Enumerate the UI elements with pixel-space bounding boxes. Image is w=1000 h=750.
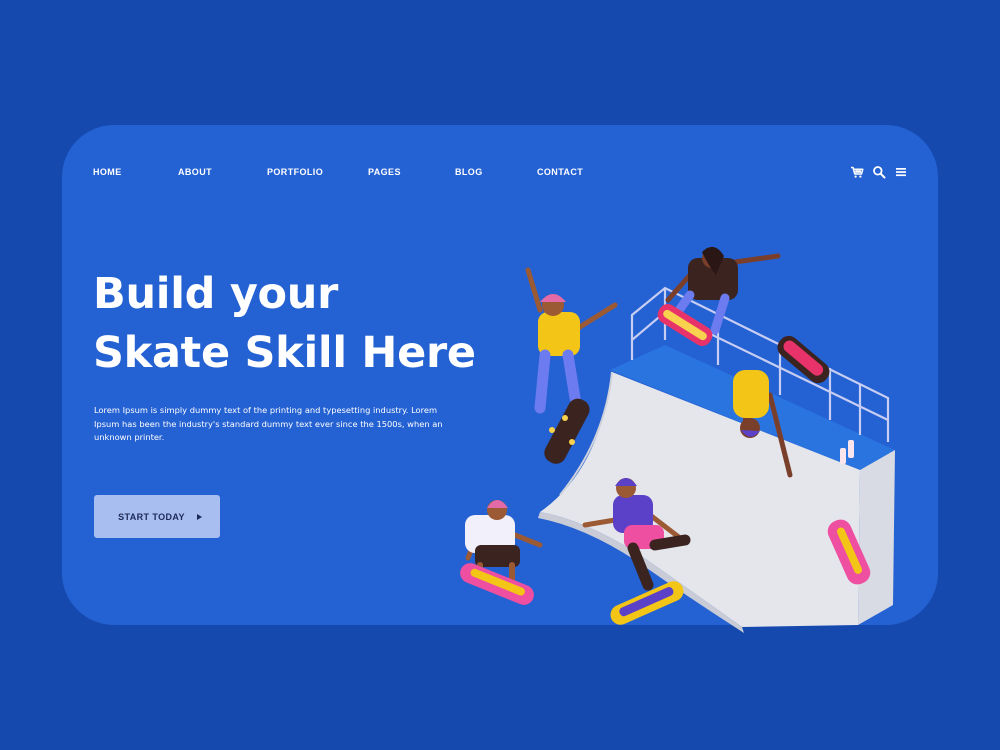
nav-contact[interactable]: CONTACT — [537, 167, 583, 177]
start-today-button[interactable]: START TODAY — [94, 495, 220, 538]
play-arrow-icon — [196, 513, 202, 520]
search-icon[interactable] — [872, 165, 886, 179]
menu-icon[interactable] — [894, 165, 908, 179]
start-today-label: START TODAY — [118, 511, 185, 522]
hero-title: Build your Skate Skill Here — [93, 265, 476, 383]
hero-card: HOME ABOUT PORTFOLIO PAGES BLOG CONTACT — [62, 125, 938, 625]
top-nav: HOME ABOUT PORTFOLIO PAGES BLOG CONTACT — [62, 125, 938, 220]
nav-about[interactable]: ABOUT — [178, 167, 212, 177]
nav-blog[interactable]: BLOG — [455, 167, 483, 177]
hero-title-line-1: Build your — [93, 269, 339, 319]
nav-icon-group — [850, 165, 908, 179]
nav-pages[interactable]: PAGES — [368, 167, 401, 177]
cart-icon[interactable] — [850, 165, 864, 179]
nav-portfolio[interactable]: PORTFOLIO — [267, 167, 323, 177]
nav-home[interactable]: HOME — [93, 167, 122, 177]
hero-title-line-2: Skate Skill Here — [93, 328, 476, 378]
hero-description: Lorem Ipsum is simply dummy text of the … — [94, 405, 443, 442]
